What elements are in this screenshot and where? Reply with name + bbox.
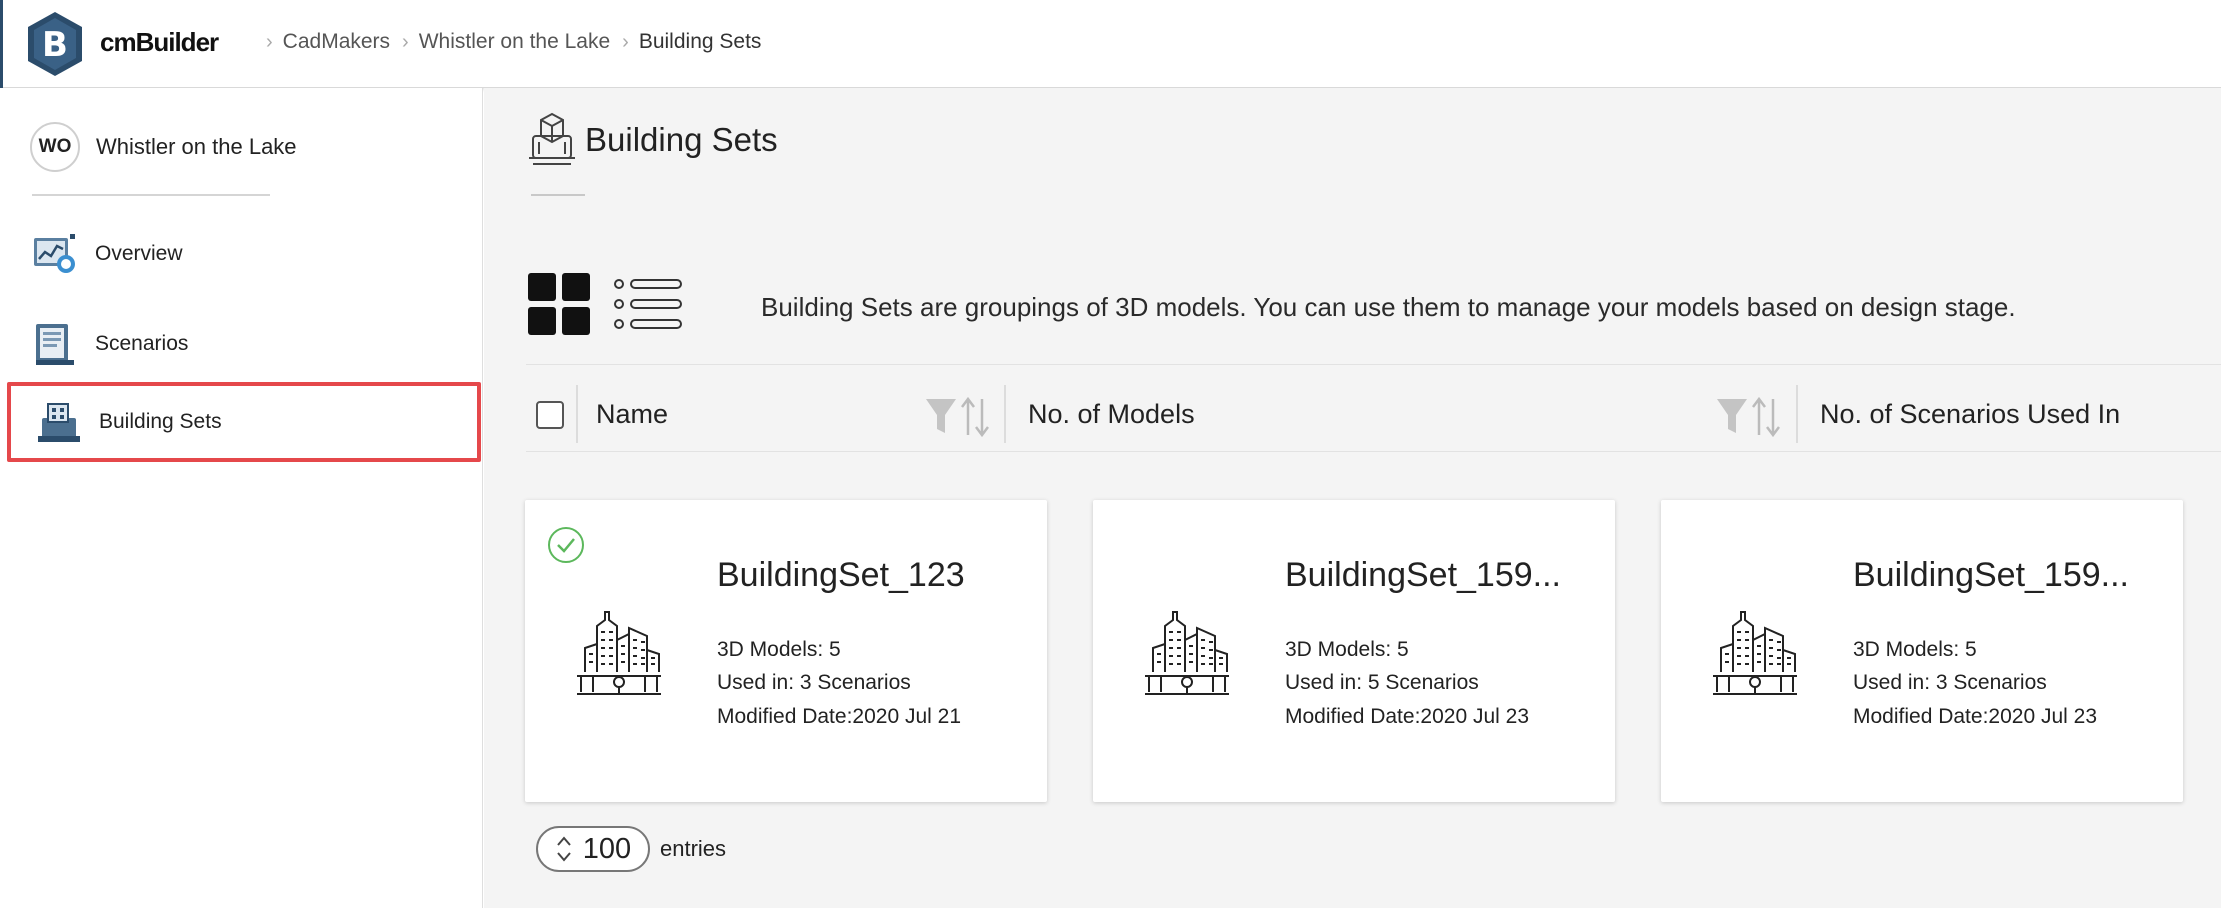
column-separator <box>576 385 578 443</box>
city-buildings-icon <box>1145 611 1229 695</box>
sidebar-item-label: Scenarios <box>95 332 189 355</box>
main-content: Building Sets Building Sets are grouping… <box>484 88 2221 908</box>
card-modified-date: Modified Date:2020 Jul 21 <box>717 705 961 728</box>
breadcrumb-separator-icon: › <box>402 30 409 53</box>
breadcrumb: › CadMakers › Whistler on the Lake › Bui… <box>254 30 761 54</box>
sidebar-item-overview[interactable]: Overview <box>0 214 480 294</box>
scenarios-document-icon <box>36 324 74 365</box>
card-models-count: 3D Models: 5 <box>1853 638 1977 661</box>
city-buildings-icon <box>577 611 661 695</box>
column-header-models[interactable]: No. of Models <box>1028 399 1195 430</box>
cmbuilder-logo-icon[interactable]: B <box>25 10 85 78</box>
sidebar-item-building-sets[interactable]: Building Sets <box>7 382 481 462</box>
sidebar-divider <box>32 194 270 196</box>
overview-chart-icon <box>34 234 75 273</box>
project-selector[interactable]: WO Whistler on the Lake <box>30 122 297 172</box>
select-all-checkbox[interactable] <box>536 401 564 429</box>
stepper-arrows-icon[interactable] <box>555 834 573 864</box>
title-underline <box>531 194 585 196</box>
card-title: BuildingSet_159... <box>1285 556 1561 594</box>
entries-label: entries <box>660 836 727 861</box>
city-buildings-icon <box>1713 611 1797 695</box>
card-used-in: Used in: 3 Scenarios <box>1853 671 2047 694</box>
breadcrumb-item-current: Building Sets <box>638 30 762 53</box>
column-header-name[interactable]: Name <box>596 399 668 430</box>
page-title-text: Building Sets <box>585 121 778 158</box>
list-view-icon[interactable] <box>613 278 685 330</box>
column-separator <box>1796 385 1798 443</box>
pagination-entries: 100 entries <box>536 826 726 872</box>
models-filter-sort-icon[interactable] <box>1715 395 1783 439</box>
column-header-scenarios[interactable]: No. of Scenarios Used In <box>1820 399 2120 430</box>
breadcrumb-separator-icon: › <box>622 30 629 53</box>
top-header: B cmBuilder › CadMakers › Whistler on th… <box>0 0 2221 88</box>
table-header: Name No. of Models No. of Scenarios Used… <box>526 364 2221 452</box>
breadcrumb-item-company[interactable]: CadMakers <box>283 30 390 54</box>
building-set-card[interactable]: BuildingSet_123 3D Models: 5 Used in: 3 … <box>525 500 1047 802</box>
page-size-stepper[interactable]: 100 <box>536 826 650 872</box>
project-name: Whistler on the Lake <box>96 134 297 159</box>
card-title: BuildingSet_159... <box>1853 556 2129 594</box>
page-title: Building Sets <box>527 112 778 168</box>
grid-view-icon[interactable] <box>528 273 590 335</box>
selected-check-icon[interactable] <box>547 526 585 564</box>
sidebar-item-label: Building Sets <box>99 410 222 433</box>
sidebar-item-scenarios[interactable]: Scenarios <box>0 304 480 384</box>
card-modified-date: Modified Date:2020 Jul 23 <box>1853 705 2097 728</box>
page-description: Building Sets are groupings of 3D models… <box>761 292 2016 322</box>
card-used-in: Used in: 5 Scenarios <box>1285 671 1479 694</box>
card-modified-date: Modified Date:2020 Jul 23 <box>1285 705 1529 728</box>
breadcrumb-item-project[interactable]: Whistler on the Lake <box>419 30 610 54</box>
breadcrumb-separator-icon: › <box>266 30 273 53</box>
sidebar-item-label: Overview <box>95 242 183 265</box>
card-models-count: 3D Models: 5 <box>1285 638 1409 661</box>
sidebar: WO Whistler on the Lake Overview Scenari… <box>0 88 483 908</box>
name-filter-sort-icon[interactable] <box>924 395 992 439</box>
header-edge-accent <box>0 0 3 88</box>
brand-name: cmBuilder <box>100 27 219 57</box>
project-avatar: WO <box>30 122 80 172</box>
building-sets-title-icon <box>529 112 575 165</box>
page-size-value: 100 <box>582 832 632 865</box>
svg-text:B: B <box>42 25 68 65</box>
building-sets-icon <box>38 403 80 442</box>
card-used-in: Used in: 3 Scenarios <box>717 671 911 694</box>
card-title: BuildingSet_123 <box>717 556 965 594</box>
card-models-count: 3D Models: 5 <box>717 638 841 661</box>
building-set-card[interactable]: BuildingSet_159... 3D Models: 5 Used in:… <box>1093 500 1615 802</box>
column-separator <box>1004 385 1006 443</box>
building-set-card[interactable]: BuildingSet_159... 3D Models: 5 Used in:… <box>1661 500 2183 802</box>
